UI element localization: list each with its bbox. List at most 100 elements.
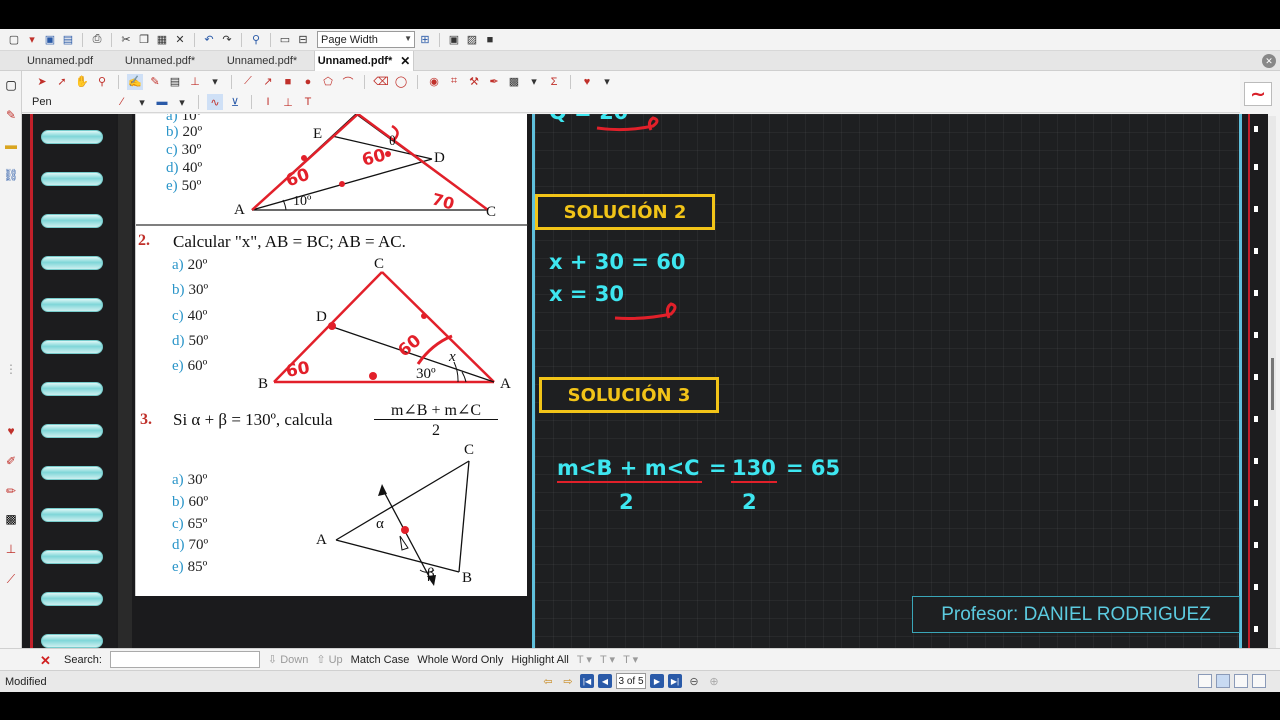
highlighter-icon[interactable]: ✎ [147, 74, 163, 90]
search-input[interactable] [109, 651, 260, 668]
save-as-icon[interactable]: ▤ [60, 32, 76, 48]
line-width-icon[interactable]: ▬ [154, 94, 170, 110]
polygon-icon[interactable]: ⬠ [320, 74, 336, 90]
dropdown-icon[interactable]: ▾ [599, 74, 615, 90]
panel-splitter-icon[interactable]: ⋮ [3, 361, 19, 377]
polyline-icon[interactable]: ⌒ [340, 74, 356, 90]
line-tool-icon[interactable]: ⟋ [3, 571, 19, 587]
close-tab-icon[interactable]: ✕ [400, 54, 410, 68]
text-box-icon[interactable]: ▤ [167, 74, 183, 90]
scrollbar-thumb[interactable] [1271, 358, 1274, 410]
dropdown-icon[interactable]: ▾ [526, 74, 542, 90]
copy-icon[interactable]: ❐ [136, 32, 152, 48]
delete-icon[interactable]: ✕ [172, 32, 188, 48]
previous-page-icon[interactable]: ◀ [598, 674, 612, 688]
find-down-button[interactable]: ⇩ Down [268, 653, 308, 666]
strikeout-icon[interactable]: T [300, 94, 316, 110]
facing-continuous-view-icon[interactable] [1252, 674, 1266, 688]
line-icon[interactable]: ⟋ [240, 74, 256, 90]
lasso-icon[interactable]: ◯ [393, 74, 409, 90]
bookmark-icon[interactable]: ✎ [3, 107, 19, 123]
cut-icon[interactable]: ✂ [118, 32, 134, 48]
previous-view-icon[interactable]: ⇦ [540, 673, 556, 689]
select-arrow-icon[interactable]: ➤ [34, 74, 50, 90]
text-insert-icon[interactable]: I [260, 94, 276, 110]
measure-icon[interactable]: ⚒ [466, 74, 482, 90]
page-options-icon[interactable]: ▭ [277, 32, 293, 48]
zoom-out-icon[interactable]: ⊟ [295, 32, 311, 48]
tab-document-4[interactable]: Unnamed.pdf* ✕ [314, 51, 414, 71]
find-up-button[interactable]: ⇧ Up [316, 653, 342, 666]
ellipse-icon[interactable]: ● [300, 74, 316, 90]
facing-view-icon[interactable] [1234, 674, 1248, 688]
tab-document-3[interactable]: Unnamed.pdf* [220, 51, 304, 71]
paste-icon[interactable]: ▦ [154, 32, 170, 48]
page-thumbnail-icon[interactable]: ▢ [3, 77, 19, 93]
stroke-color-icon[interactable]: ⁄ [114, 94, 130, 110]
next-page-icon[interactable]: ▶ [650, 674, 664, 688]
favorite-heart-icon[interactable]: ♥ [579, 74, 595, 90]
freehand-icon[interactable]: ∿ [207, 94, 223, 110]
smoothing-icon[interactable]: ⊻ [227, 94, 243, 110]
last-page-icon[interactable]: ▶| [668, 674, 682, 688]
find-down-label: Down [280, 654, 309, 666]
go-back-icon[interactable]: ⊖ [686, 673, 702, 689]
eraser-icon[interactable]: ⌫ [373, 74, 389, 90]
zoom-select[interactable]: Page Width ▼ [317, 31, 415, 48]
rectangle-icon[interactable]: ■ [280, 74, 296, 90]
pen-tool-icon[interactable]: ✐ [3, 453, 19, 469]
save-icon[interactable]: ▣ [42, 32, 58, 48]
select-text-icon[interactable]: ➚ [54, 74, 70, 90]
pen-stroke-preview-icon[interactable]: ∼ [1244, 82, 1272, 106]
favorite-heart-icon[interactable]: ♥ [3, 423, 19, 439]
image-icon[interactable]: ▩ [3, 511, 19, 527]
first-page-icon[interactable]: |◀ [580, 674, 594, 688]
fullscreen-icon[interactable]: ■ [482, 32, 498, 48]
attachments-icon[interactable]: ▬ [3, 137, 19, 153]
close-icon[interactable]: ✕ [1262, 54, 1276, 68]
link-icon[interactable]: ⛓ [3, 167, 19, 183]
top-black-bar [0, 0, 1280, 29]
redo-icon[interactable]: ↷ [219, 32, 235, 48]
find-binoculars-icon[interactable]: ⚲ [248, 32, 264, 48]
crop-icon[interactable]: ⌗ [446, 74, 462, 90]
close-find-icon[interactable]: ✕ [40, 653, 51, 669]
text-underline-icon[interactable]: T ▾ [600, 653, 615, 666]
snapshot-icon[interactable]: ◉ [426, 74, 442, 90]
arrow-icon[interactable]: ↗ [260, 74, 276, 90]
open-folder-icon[interactable]: ▾ [24, 32, 40, 48]
single-page-view-icon[interactable] [1198, 674, 1212, 688]
dropdown-icon[interactable]: ▾ [174, 94, 190, 110]
stamp-icon[interactable]: ⊥ [3, 541, 19, 557]
whole-word-toggle[interactable]: Whole Word Only [417, 654, 503, 666]
stamp-icon[interactable]: ⊥ [187, 74, 203, 90]
dropdown-icon[interactable]: ▾ [134, 94, 150, 110]
undo-icon[interactable]: ↶ [201, 32, 217, 48]
q3-label-b: B [462, 570, 473, 586]
tab-document-2[interactable]: Unnamed.pdf* [118, 51, 202, 71]
fit-page-icon[interactable]: ▣ [446, 32, 462, 48]
next-view-icon[interactable]: ⇨ [560, 673, 576, 689]
underline-icon[interactable]: ⊥ [280, 94, 296, 110]
pencil-icon[interactable]: ✏ [3, 483, 19, 499]
hand-tool-icon[interactable]: ✋ [74, 74, 90, 90]
sum-icon[interactable]: Σ [546, 74, 562, 90]
page-number-field[interactable]: 3 of 5 [616, 673, 646, 689]
highlight-all-toggle[interactable]: Highlight All [511, 654, 568, 666]
image-insert-icon[interactable]: ▩ [506, 74, 522, 90]
continuous-view-icon[interactable] [1216, 674, 1230, 688]
tab-document-1[interactable]: Unnamed.pdf [18, 51, 102, 71]
print-icon[interactable]: ⎙ [89, 32, 105, 48]
dropdown-icon[interactable]: ▾ [207, 74, 223, 90]
zoom-in-icon[interactable]: ⊞ [417, 32, 433, 48]
text-strike-icon[interactable]: T ▾ [623, 653, 638, 666]
go-forward-icon[interactable]: ⊕ [706, 673, 722, 689]
zoom-tool-icon[interactable]: ⚲ [94, 74, 110, 90]
match-case-toggle[interactable]: Match Case [351, 654, 410, 666]
document-view[interactable]: a) 10º b) 20º c) 30º d) 40º e) 50º E D A… [22, 114, 1268, 648]
pen-tool-icon[interactable]: ✍ [127, 73, 143, 90]
fit-width-icon[interactable]: ▨ [464, 32, 480, 48]
text-format-icon[interactable]: T ▾ [577, 653, 592, 666]
new-document-icon[interactable]: ▢ [6, 32, 22, 48]
signature-pen-icon[interactable]: ✒ [486, 74, 502, 90]
